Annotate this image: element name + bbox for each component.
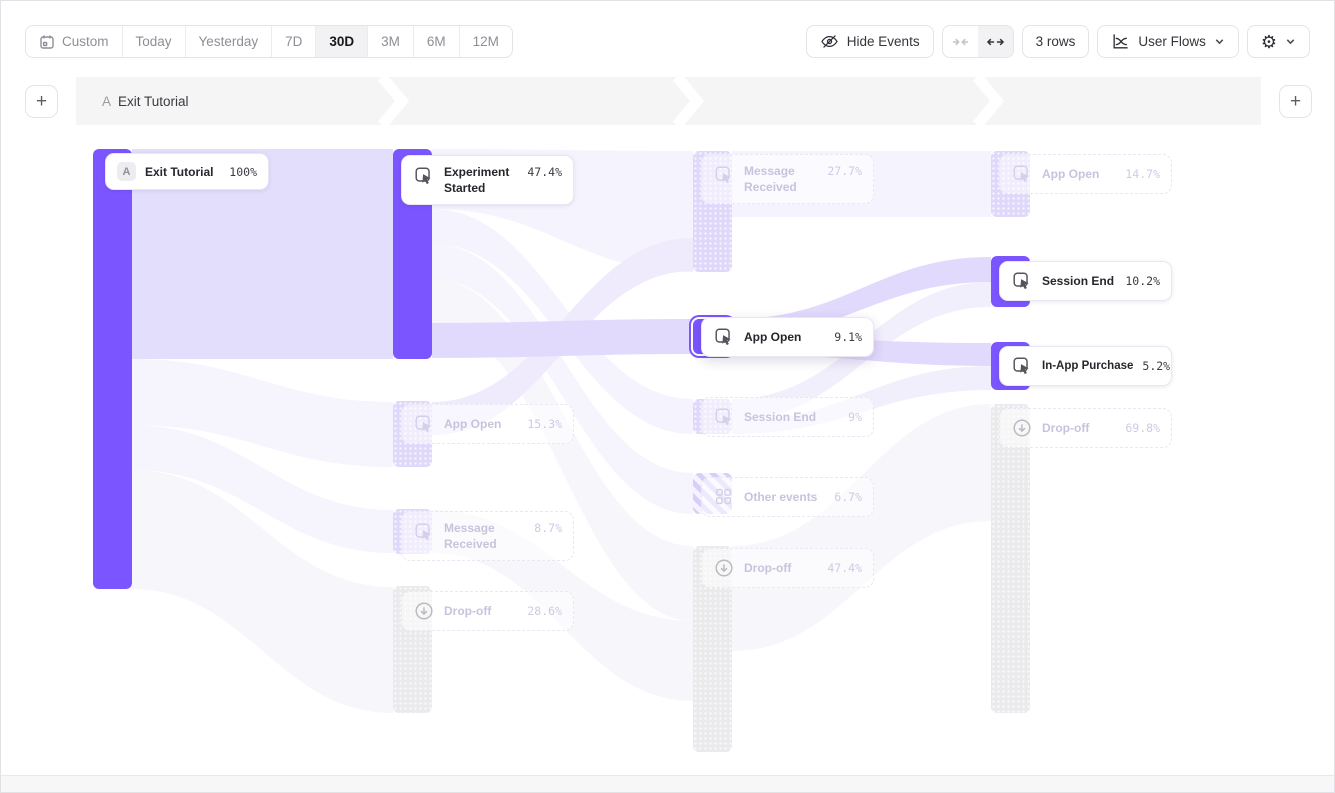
node-percent: 100% [229,165,257,179]
drop-off-icon [1011,417,1033,439]
node-card-drop-off-2[interactable]: Drop-off 28.6% [401,591,574,631]
node-label: App Open [1042,167,1099,181]
node-card-app-open-2[interactable]: App Open 15.3% [401,404,574,444]
node-card-app-open-3[interactable]: App Open 9.1% [701,317,874,357]
node-card-other-events-3[interactable]: Other events 6.7% [701,477,874,517]
event-icon [413,165,435,187]
node-percent: 47.4% [827,561,862,575]
node-percent: 28.6% [527,604,562,618]
node-percent: 6.7% [834,490,862,504]
node-label: Message Received [744,163,818,195]
node-percent: 10.2% [1125,274,1160,288]
user-flows-app: Custom Today Yesterday 7D 30D 3M 6M 12M … [0,0,1335,793]
node-card-experiment-started[interactable]: Experiment Started 47.4% [401,155,574,205]
event-icon [413,413,435,435]
node-card-exit-tutorial[interactable]: A Exit Tutorial 100% [105,153,269,190]
node-label: Experiment Started [444,164,518,196]
event-icon [713,406,735,428]
node-card-in-app-purchase-4[interactable]: In-App Purchase 5.2% [999,346,1172,386]
event-icon [713,326,735,348]
node-label: App Open [444,417,501,431]
node-label: Exit Tutorial [145,165,213,179]
node-label: App Open [744,330,801,344]
node-card-drop-off-4[interactable]: Drop-off 69.8% [999,408,1172,448]
event-icon [1011,355,1033,377]
drop-off-icon [413,600,435,622]
grid-icon [713,486,735,508]
node-label: Drop-off [444,604,491,618]
node-card-drop-off-3[interactable]: Drop-off 47.4% [701,548,874,588]
event-icon [713,164,735,186]
event-icon [1011,270,1033,292]
horizontal-scrollbar[interactable] [1,775,1334,793]
node-percent: 69.8% [1125,421,1160,435]
node-card-session-end-3[interactable]: Session End 9% [701,397,874,437]
node-bar-drop-off-4[interactable] [991,404,1030,713]
node-card-session-end-4[interactable]: Session End 10.2% [999,261,1172,301]
node-label: Other events [744,490,817,504]
node-percent: 8.7% [534,521,562,535]
node-percent: 5.2% [1142,359,1170,373]
node-label: Drop-off [744,561,791,575]
node-percent: 9% [848,410,862,424]
drop-off-icon [713,557,735,579]
node-percent: 47.4% [527,165,562,179]
node-label: Session End [1042,274,1114,288]
node-label: In-App Purchase [1042,360,1133,372]
node-percent: 15.3% [527,417,562,431]
event-icon [1011,163,1033,185]
node-label: Message Received [444,520,525,552]
node-card-message-received-3[interactable]: Message Received 27.7% [701,154,874,204]
event-badge-a: A [117,162,136,181]
node-label: Drop-off [1042,421,1089,435]
node-label: Session End [744,410,816,424]
node-percent: 14.7% [1125,167,1160,181]
event-icon [413,521,435,543]
node-percent: 9.1% [834,330,862,344]
node-bar-exit-tutorial[interactable] [93,149,132,589]
node-percent: 27.7% [827,164,862,178]
flow-bands [1,1,1335,793]
node-card-message-received-2[interactable]: Message Received 8.7% [401,511,574,561]
node-card-app-open-4[interactable]: App Open 14.7% [999,154,1172,194]
